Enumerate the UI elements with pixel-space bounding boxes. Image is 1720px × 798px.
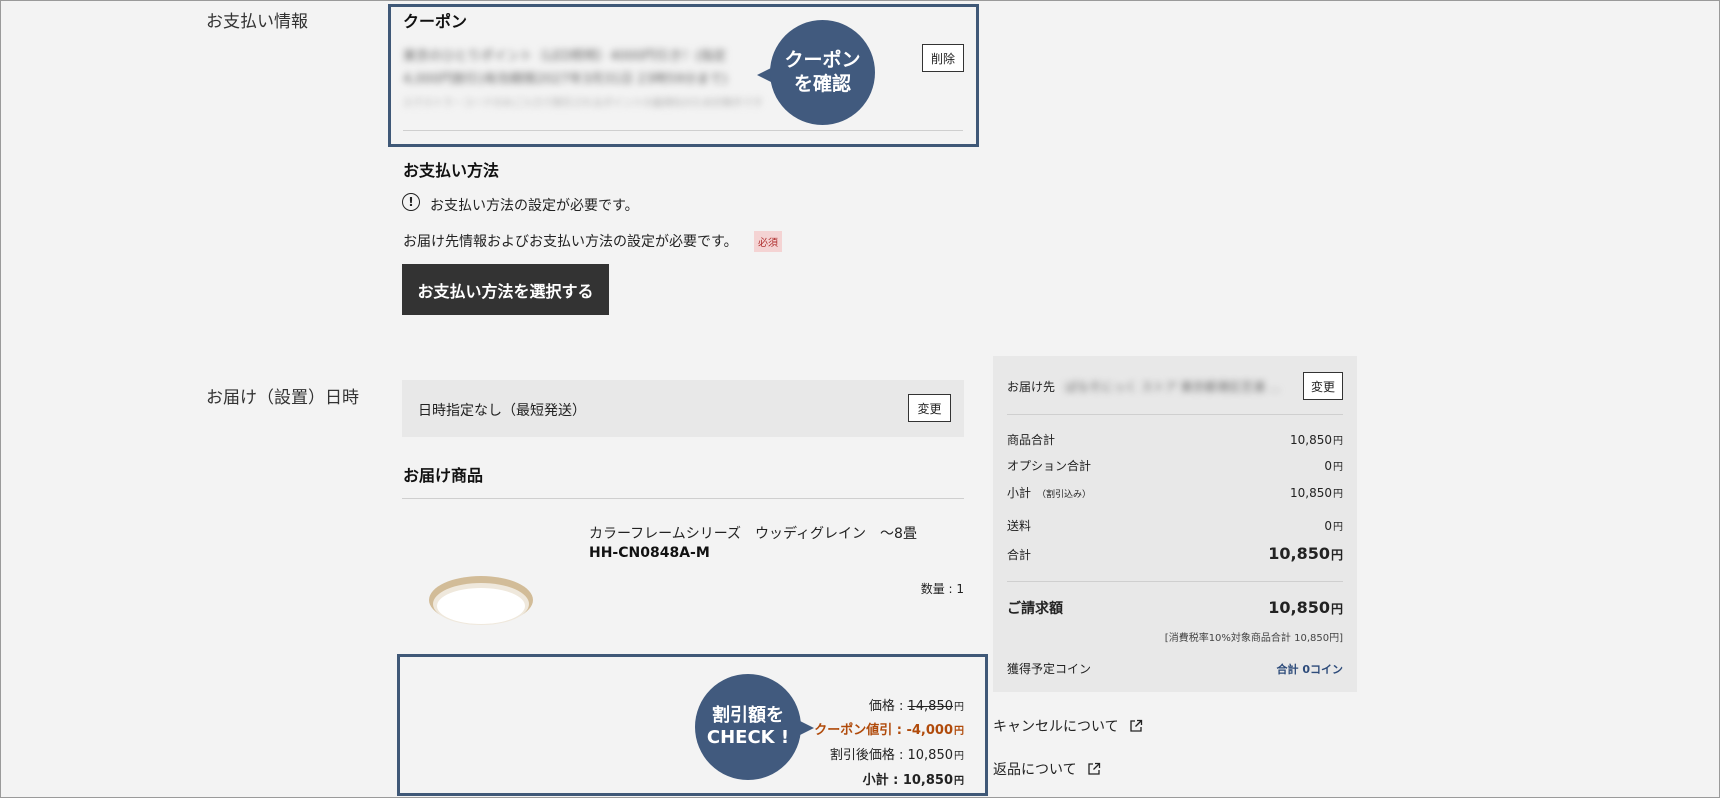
summary-destination-value: ぱなそにっく ストア 東京都港区芝浦 …: [1065, 380, 1280, 394]
yen-unit: 円: [954, 751, 964, 762]
discount-bubble-line1: 割引額を: [712, 704, 784, 726]
yen-unit: 円: [954, 726, 964, 737]
yen-unit: 円: [1330, 548, 1343, 562]
summary-row-value: 0: [1324, 519, 1332, 533]
coupon-callout-bubble: クーポン を確認: [770, 20, 875, 125]
price-label: 価格 :: [868, 699, 908, 714]
external-link-icon: [1129, 719, 1142, 732]
discount-callout-bubble: 割引額を CHECK !: [695, 674, 801, 780]
cancel-policy-label[interactable]: キャンセルについて: [993, 716, 1119, 736]
summary-divider-bottom: [1007, 581, 1343, 582]
discount-bubble-tail: [800, 721, 814, 735]
coupon-title: クーポン: [403, 12, 468, 31]
coupon-bubble-tail: [757, 68, 771, 82]
summary-row-value: 10,850: [1268, 544, 1330, 563]
billing-label: ご請求額: [1007, 601, 1063, 617]
return-policy-label[interactable]: 返品について: [993, 759, 1077, 779]
product-model: HH-CN0848A-M: [589, 545, 710, 561]
select-payment-method-button[interactable]: お支払い方法を選択する: [402, 264, 609, 315]
product-name: カラーフレームシリーズ ウッディグレイン ～8畳: [589, 526, 917, 542]
coupon-discount-label: クーポン値引 :: [814, 723, 907, 738]
tax-note: [消費税率10%対象商品合計 10,850円]: [1164, 633, 1343, 644]
payment-section-label: お支払い情報: [206, 12, 308, 32]
coins-label: 獲得予定コイン: [1007, 662, 1092, 676]
payment-method-notice: お支払い方法の設定が必要です。: [430, 198, 639, 214]
yen-unit: 円: [1330, 602, 1343, 616]
discount-bubble-line2: CHECK !: [706, 727, 790, 748]
required-badge: 必須: [754, 231, 782, 252]
product-price-line: 価格 : 14,850円: [869, 695, 964, 714]
coupon-bubble-line1: クーポン: [784, 48, 861, 71]
yen-unit: 円: [954, 776, 964, 787]
delivery-products-title: お届け商品: [403, 466, 484, 485]
summary-row-label: 送料: [1007, 519, 1032, 533]
yen-unit: 円: [1333, 489, 1343, 500]
coupon-bubble-line2: を確認: [793, 72, 851, 95]
coupon-blurred-line3: エクストラ・コードのみご入力で割引されるポイントの最適化のため対象外です: [403, 98, 763, 109]
yen-unit: 円: [1333, 462, 1343, 473]
product-subtotal-label: 小計 :: [862, 773, 903, 788]
coupon-blurred-line1: 東京のひとりポイント（LED照明）4000円引き！(指定: [403, 49, 727, 64]
summary-row-label: オプション合計: [1007, 459, 1092, 473]
billing-value: 10,850: [1268, 598, 1330, 617]
discounted-price-value: 10,850: [907, 748, 954, 763]
cancel-policy-link[interactable]: キャンセルについて: [993, 716, 1143, 736]
summary-row-label: 小計: [1007, 486, 1032, 500]
summary-row-label: 合計: [1007, 548, 1032, 562]
coins-value: 合計 0コイン: [1276, 663, 1343, 676]
summary-row-shipping: 送料 0円: [1007, 517, 1343, 534]
discounted-price-line: 割引後価格 : 10,850円: [830, 744, 964, 763]
exclamation-circle-icon: !: [402, 193, 420, 211]
ceiling-light-product-image: [429, 576, 533, 625]
discounted-price-label: 割引後価格 :: [829, 748, 908, 763]
yen-unit: 円: [1333, 436, 1343, 447]
coins-row: 獲得予定コイン 合計 0コイン: [1007, 660, 1343, 677]
delivery-datetime-change-button[interactable]: 変更: [908, 394, 951, 422]
return-policy-link[interactable]: 返品について: [993, 759, 1101, 779]
delivery-section-label: お届け（設置）日時: [206, 388, 359, 408]
product-subtotal-line: 小計 : 10,850円: [863, 769, 964, 788]
summary-destination-change-button[interactable]: 変更: [1303, 372, 1343, 400]
summary-row-subtotal: 小計 （割引込み） 10,850円: [1007, 484, 1343, 501]
summary-row-sublabel: （割引込み）: [1037, 490, 1092, 500]
summary-row-value: 10,850: [1290, 486, 1332, 500]
coupon-discount-value: -4,000: [906, 723, 953, 738]
summary-billing-row: ご請求額 10,850円: [1007, 598, 1343, 618]
summary-divider-top: [1007, 414, 1343, 415]
coupon-discount-line: クーポン値引 : -4,000円: [814, 719, 964, 738]
coupon-blurred-line2: 4,000円割引)有効期限2027年3月31日 23時59分まで): [403, 72, 728, 87]
summary-row-value: 10,850: [1290, 433, 1332, 447]
payment-requirement-text: お届け先情報およびお支払い方法の設定が必要です。: [403, 234, 738, 250]
yen-unit: 円: [954, 702, 964, 713]
payment-method-title: お支払い方法: [403, 161, 500, 180]
yen-unit: 円: [1333, 522, 1343, 533]
summary-row-items-total: 商品合計 10,850円: [1007, 431, 1343, 448]
summary-row-options-total: オプション合計 0円: [1007, 457, 1343, 474]
summary-destination-label: お届け先: [1007, 380, 1056, 394]
summary-row-value: 0: [1324, 459, 1332, 473]
product-quantity: 数量 : 1: [920, 582, 964, 596]
delivery-datetime-value: 日時指定なし（最短発送）: [418, 403, 586, 419]
external-link-icon: [1087, 762, 1100, 775]
coupon-delete-button[interactable]: 削除: [922, 44, 964, 72]
coupon-divider: [403, 130, 963, 131]
products-divider: [402, 498, 964, 499]
summary-row-label: 商品合計: [1007, 433, 1056, 447]
price-value: 14,850: [907, 699, 954, 714]
summary-row-total: 合計 10,850円: [1007, 544, 1343, 563]
product-subtotal-value: 10,850: [902, 773, 953, 788]
